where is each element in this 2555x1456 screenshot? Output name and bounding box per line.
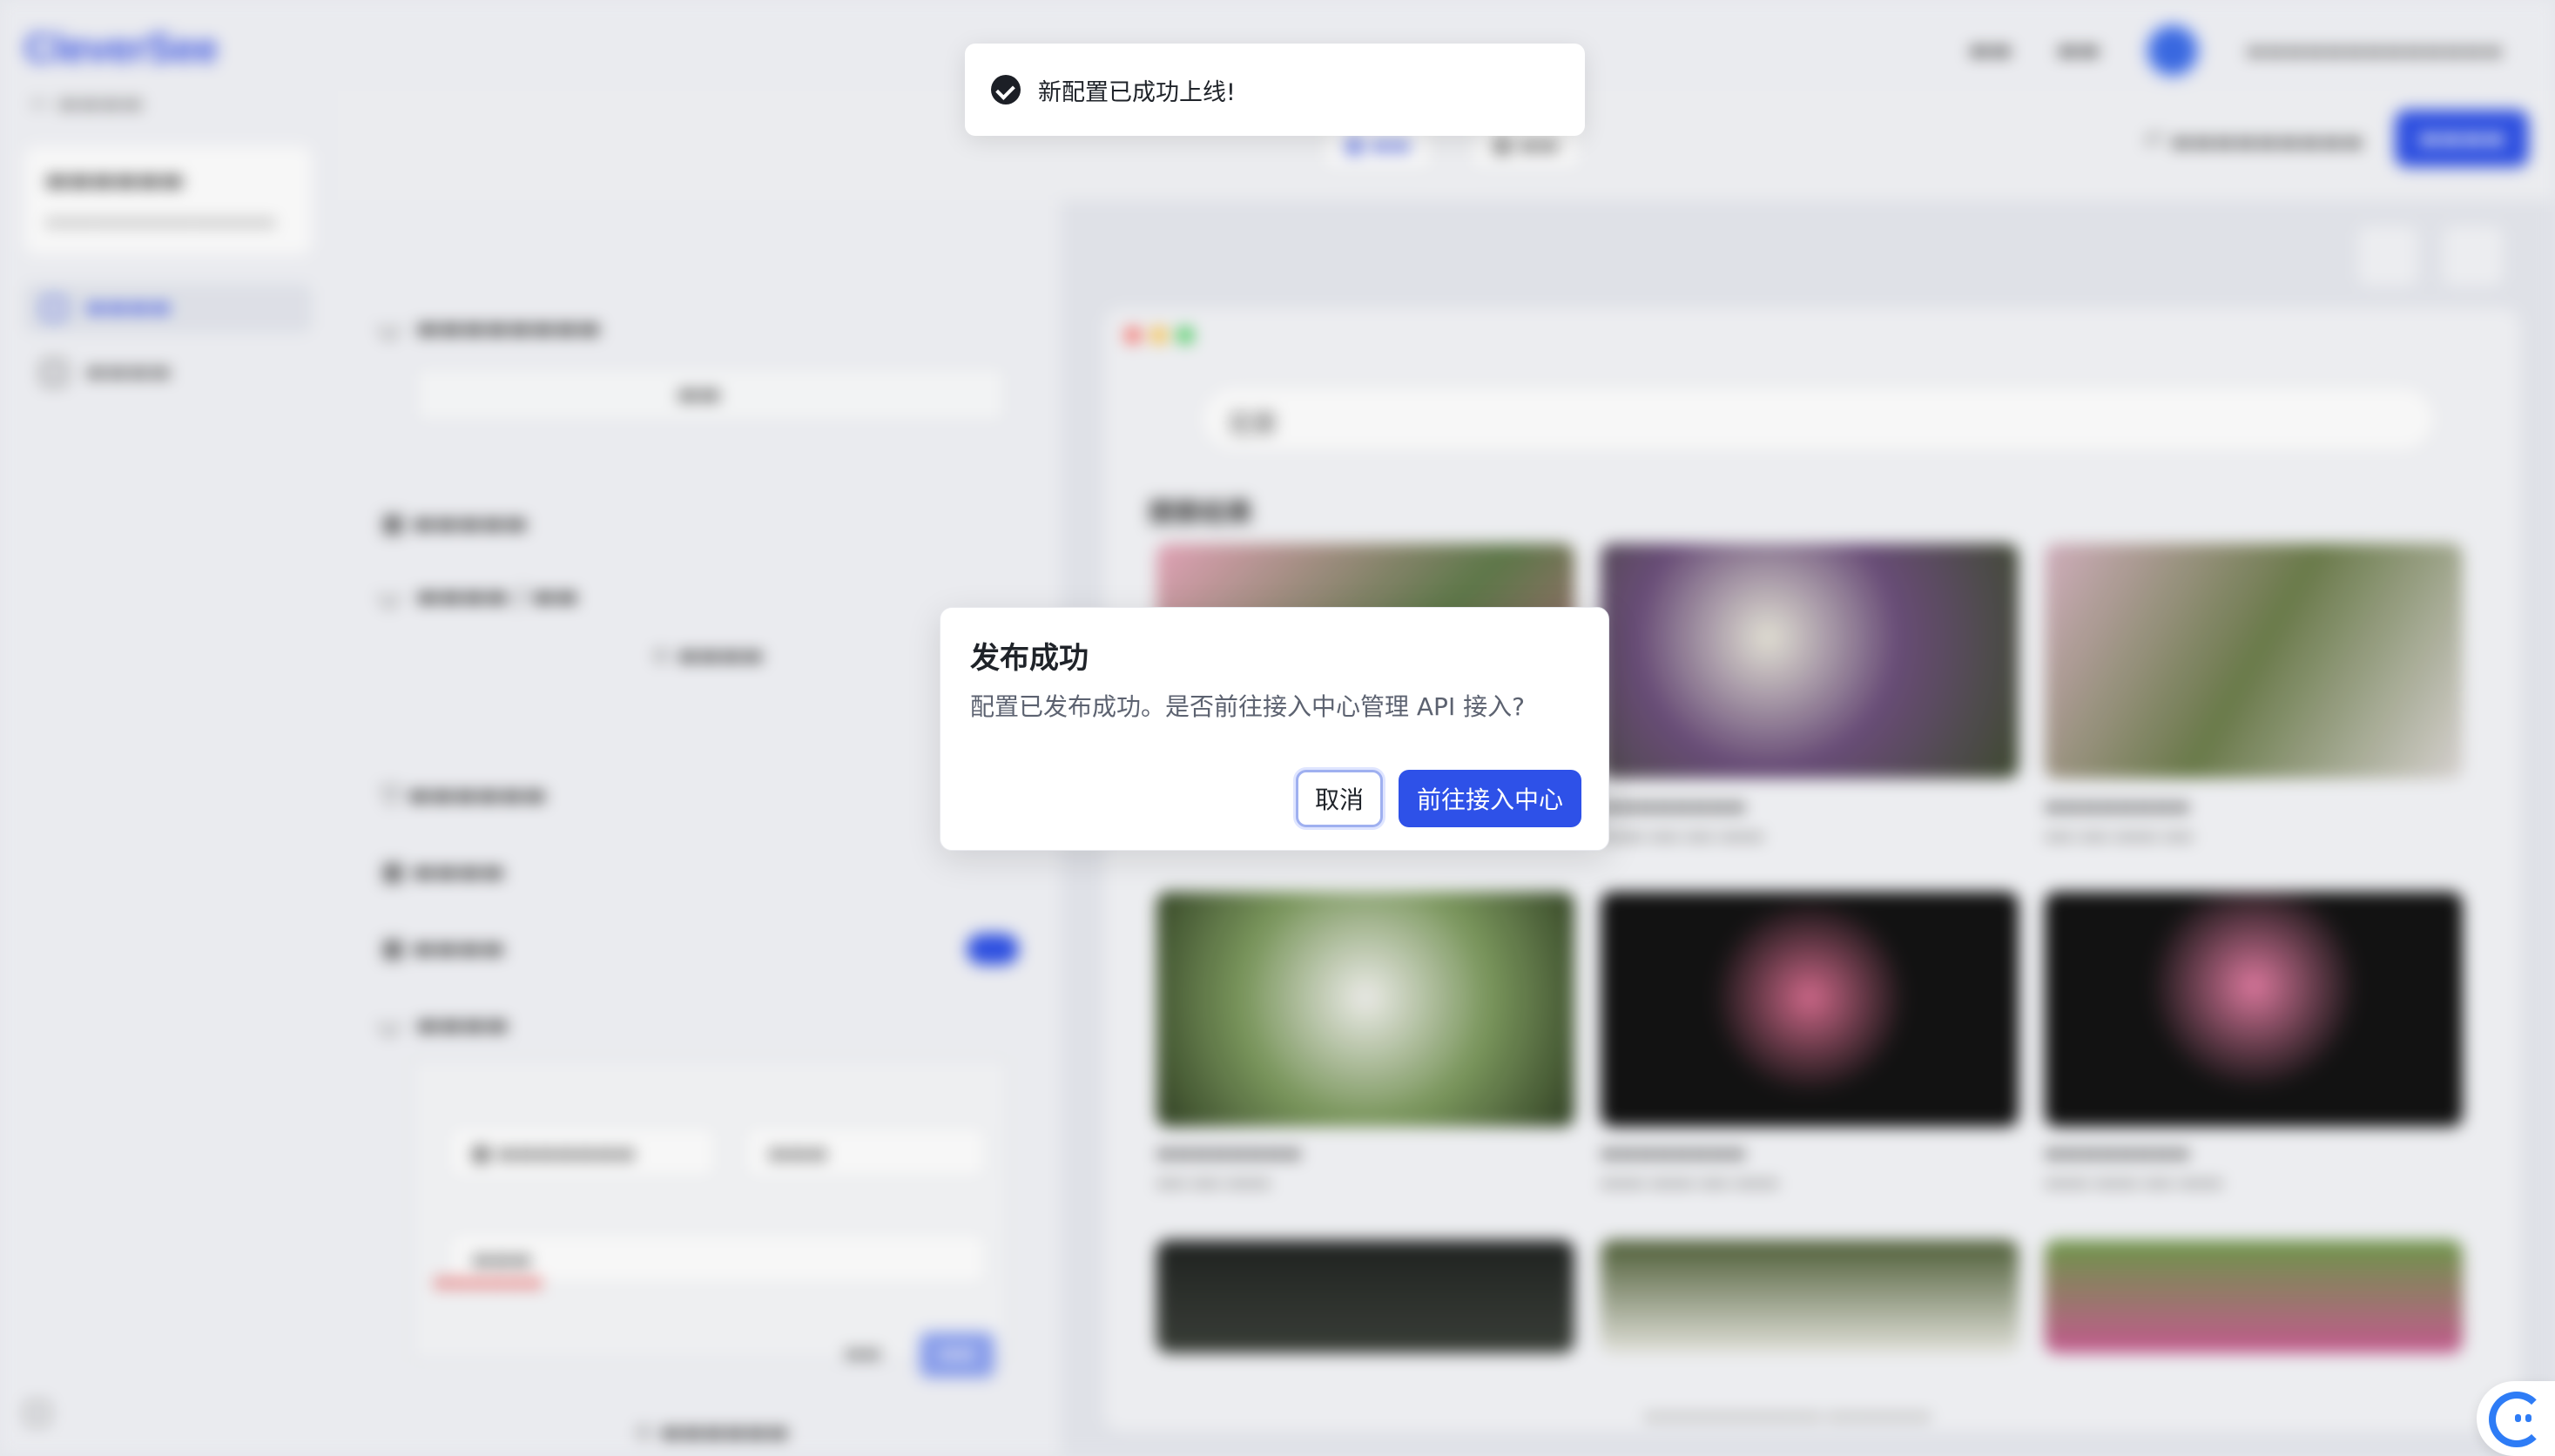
help-assistant-button[interactable] — [2477, 1381, 2555, 1456]
dialog-message: 配置已发布成功。是否前往接入中心管理 API 接入? — [970, 692, 1525, 721]
dialog-title: 发布成功 — [970, 641, 1089, 676]
go-to-access-center-button[interactable]: 前往接入中心 — [1399, 770, 1581, 827]
check-circle-icon — [991, 75, 1021, 104]
toast-message: 新配置已成功上线! — [1038, 78, 1236, 106]
publish-success-dialog: 发布成功 配置已发布成功。是否前往接入中心管理 API 接入? 取消 前往接入中… — [940, 607, 1609, 851]
success-toast: 新配置已成功上线! — [965, 44, 1585, 136]
cancel-button[interactable]: 取消 — [1296, 770, 1383, 827]
